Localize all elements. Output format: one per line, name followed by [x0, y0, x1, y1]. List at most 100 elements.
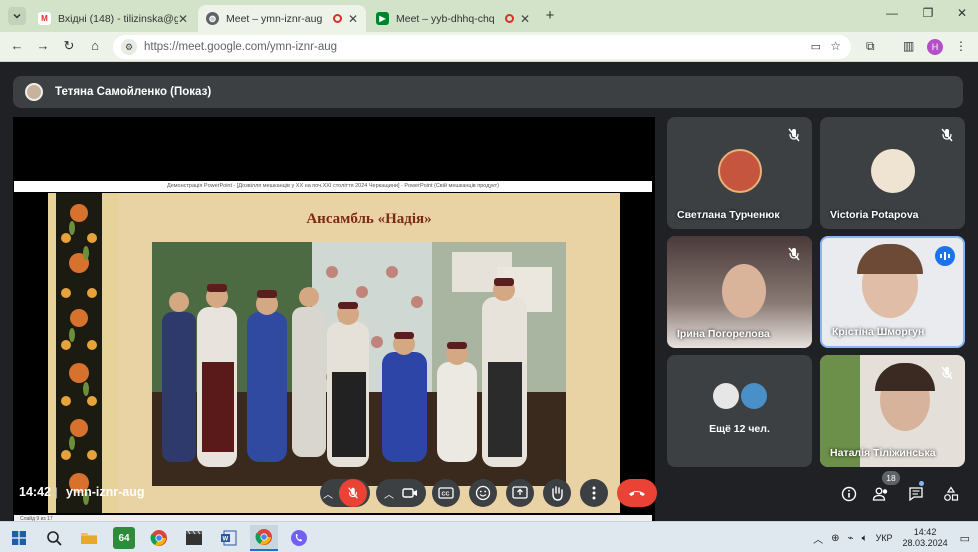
browser-toolbar: ← → ↻ ⌂ ⚙ https://meet.google.com/ymn-iz…	[0, 32, 978, 62]
taskbar-time: 14:42	[913, 527, 937, 537]
home-button[interactable]: ⌂	[86, 38, 104, 53]
activities-button[interactable]	[940, 483, 962, 505]
address-bar[interactable]: ⚙ https://meet.google.com/ymn-iznr-aug ▭…	[113, 35, 851, 59]
more-participants-tile[interactable]: Ещё 12 чел.	[667, 355, 812, 467]
people-button[interactable]	[870, 483, 892, 505]
word-icon[interactable]: W	[218, 527, 240, 549]
tab-title: Meet – ymn-iznr-aug	[226, 12, 323, 25]
presenter-name: Тетяна Самойленко (Показ)	[55, 86, 212, 98]
file-explorer-icon[interactable]	[78, 527, 100, 549]
mic-off-icon	[939, 127, 955, 143]
search-icon[interactable]	[43, 527, 65, 549]
participant-tile[interactable]: Ірина Погорелова	[667, 236, 812, 348]
extensions-icon[interactable]: ⧉	[866, 39, 875, 54]
back-button[interactable]: ←	[8, 38, 26, 53]
clock-area[interactable]: 14:42 28.03.2024	[903, 527, 948, 549]
meet-tray-icon[interactable]: ⊕	[831, 533, 839, 544]
close-tab-icon[interactable]: ✕	[348, 12, 358, 26]
meet-main: Тетяна Самойленко (Показ) Демонстрація P…	[0, 63, 978, 527]
notifications-icon[interactable]: ▭	[960, 532, 970, 545]
bookmark-star-icon[interactable]: ☆	[830, 39, 841, 53]
meeting-info-button[interactable]	[838, 483, 860, 505]
restore-button[interactable]: ❐	[918, 6, 938, 20]
folk-ornament-border	[48, 193, 118, 513]
close-tab-icon[interactable]: ✕	[520, 12, 530, 26]
tab-meet-2[interactable]: ▶ Meet – yyb-dhhq-chq ✕	[368, 5, 538, 32]
chat-notification-dot	[919, 481, 924, 486]
language-indicator[interactable]: УКР	[876, 533, 893, 543]
site-info-icon[interactable]: ⚙	[121, 39, 137, 55]
leave-call-button[interactable]	[617, 479, 657, 507]
mic-off-icon	[939, 365, 955, 381]
participant-tile-speaking[interactable]: Крістіна Шморгун	[820, 236, 965, 348]
network-icon[interactable]: ⌁	[848, 533, 854, 544]
mic-control-group: ︿	[320, 479, 370, 507]
reactions-button[interactable]	[469, 479, 497, 507]
participant-avatar	[713, 383, 739, 409]
powerpoint-title-bar: Демонстрація PowerPoint - [Дозвілля мешк…	[14, 181, 652, 192]
tab-title: Вхідні (148) - tilizinska@gmail.c	[58, 12, 178, 25]
more-vert-icon	[592, 486, 596, 500]
more-options-button[interactable]	[580, 479, 608, 507]
windows-start-icon[interactable]	[8, 527, 30, 549]
camera-icon[interactable]	[402, 487, 418, 499]
tab-meet-active[interactable]: ◍ Meet – ymn-iznr-aug ✕	[198, 5, 366, 32]
browser-window: M Вхідні (148) - tilizinska@gmail.c ✕ ◍ …	[0, 0, 978, 552]
participant-face	[722, 264, 766, 318]
tray-chevron-icon[interactable]: ︿	[813, 531, 823, 546]
mic-toggle-button[interactable]	[339, 479, 367, 507]
chat-button[interactable]	[905, 483, 927, 505]
recording-icon	[332, 14, 342, 23]
cat-avatar	[870, 149, 915, 193]
ensemble-photo	[152, 242, 566, 486]
participant-name: Светлана Турченюк	[677, 209, 780, 221]
forward-button[interactable]: →	[34, 38, 52, 53]
participant-tile[interactable]: Наталія Тіліжинська	[820, 355, 965, 467]
camera-control-group: ︿	[376, 479, 426, 507]
present-button[interactable]	[506, 479, 534, 507]
tab-search-button[interactable]	[8, 7, 26, 25]
captions-button[interactable]: CC	[432, 479, 460, 507]
profile-avatar[interactable]: H	[927, 39, 943, 55]
menu-kebab-icon[interactable]: ⋮	[955, 39, 967, 53]
reload-button[interactable]: ↻	[60, 38, 78, 54]
participant-name: Victoria Potapova	[830, 209, 919, 221]
tab-strip: M Вхідні (148) - tilizinska@gmail.c ✕ ◍ …	[0, 0, 978, 32]
slide-title: Ансамбль «Надія»	[306, 211, 432, 227]
participant-tile[interactable]: Victoria Potapova	[820, 117, 965, 229]
app-64-icon[interactable]: 64	[113, 527, 135, 549]
camera-indicator-icon[interactable]: ▭	[811, 40, 821, 53]
minimize-button[interactable]: —	[882, 6, 902, 20]
participant-tile[interactable]: Светлана Турченюк	[667, 117, 812, 229]
camera-options-chevron-icon[interactable]: ︿	[384, 486, 394, 501]
chrome-icon[interactable]	[148, 527, 170, 549]
hand-icon	[552, 486, 563, 501]
mic-off-icon	[786, 127, 802, 143]
raise-hand-button[interactable]	[543, 479, 571, 507]
chevron-down-icon	[13, 13, 21, 19]
new-tab-button[interactable]: +	[540, 7, 560, 24]
chrome-active-icon[interactable]	[250, 525, 278, 551]
participant-name: Наталія Тіліжинська	[830, 447, 936, 459]
participant-hair	[857, 244, 923, 274]
video-editor-icon[interactable]	[183, 527, 205, 549]
presentation-slide: Ансамбль «Надія»	[48, 193, 620, 513]
mic-off-icon	[786, 246, 802, 262]
participant-hair	[875, 363, 935, 391]
participant-name: Крістіна Шморгун	[832, 326, 925, 338]
speaking-indicator-icon	[935, 246, 955, 266]
volume-icon[interactable]: 🔈︎	[862, 533, 868, 544]
close-tab-icon[interactable]: ✕	[178, 12, 188, 26]
present-screen-icon	[512, 486, 528, 499]
globe-icon: ◍	[206, 12, 219, 25]
meeting-code: ymn-iznr-aug	[66, 485, 145, 499]
people-icon	[872, 487, 888, 501]
separator: |	[55, 485, 59, 499]
viber-icon[interactable]	[288, 527, 310, 549]
tab-title: Meet – yyb-dhhq-chq	[396, 12, 495, 25]
participant-count-badge: 18	[882, 471, 900, 485]
close-window-button[interactable]: ✕	[952, 6, 972, 20]
side-panel-icon[interactable]: ▥	[903, 39, 914, 53]
tab-gmail[interactable]: M Вхідні (148) - tilizinska@gmail.c ✕	[30, 5, 196, 32]
mic-options-chevron-icon[interactable]: ︿	[323, 486, 333, 501]
